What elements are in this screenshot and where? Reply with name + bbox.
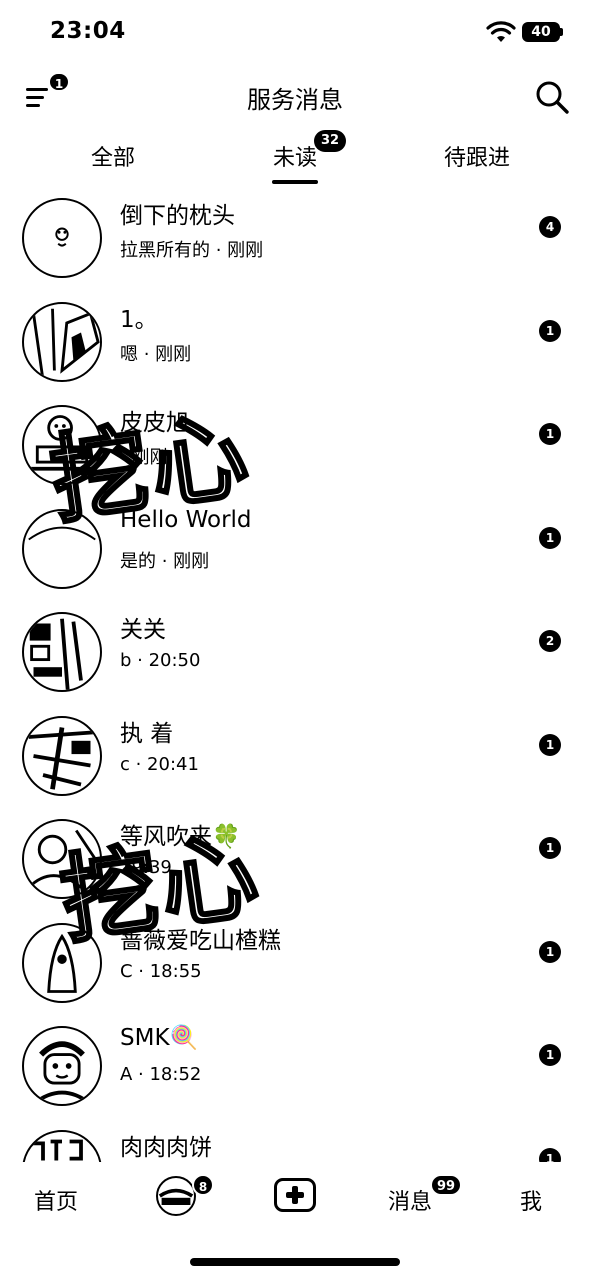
unread-badge: 1 [539,1044,561,1066]
message-preview: · 刚刚 [120,447,168,468]
nav-messages[interactable]: 消息 [388,1184,432,1216]
message-preview: 是的 · 刚刚 [120,550,210,572]
message-preview: C · 18:55 [120,960,202,982]
unread-badge: 1 [539,940,561,963]
contact-name: 蔷薇爱吃山楂糕 [120,927,281,954]
header: 1 服务消息 [0,64,590,128]
wifi-icon [486,21,516,42]
contact-name: Hello World [120,506,252,533]
list-item[interactable]: 肉肉肉饼 1 [0,1118,590,1162]
list-item[interactable]: 执 着 c · 20:41 1 [0,704,590,808]
avatar [22,508,102,589]
contact-name: SMK🍭 [120,1025,199,1051]
nav-avatar-badge: 8 [192,1174,214,1196]
list-item[interactable]: 关关 b · 20:50 2 [0,600,590,704]
unread-badge: 1 [539,526,561,549]
unread-badge: 1 [539,733,561,756]
list-item[interactable]: 等风吹来🍀 19:39 1 [0,807,590,911]
home-indicator [190,1258,400,1266]
contact-name: 执 着 [120,720,174,747]
tab-all[interactable]: 全部 [48,140,178,172]
tab-active-indicator [272,180,318,184]
battery-tip [560,28,563,36]
avatar-icon [158,1188,194,1205]
nav-avatar[interactable] [156,1176,196,1216]
nav-home[interactable]: 首页 [34,1184,78,1216]
contact-name: 肉肉肉饼 [120,1134,212,1161]
contact-name: 1。 [120,306,158,333]
avatar [22,1129,102,1162]
unread-badge: 1 [539,423,561,445]
search-icon[interactable] [534,79,570,115]
avatar [22,819,102,899]
avatar [22,405,102,485]
unread-badge: 1 [539,1147,561,1162]
list-item[interactable]: 倒下的枕头 拉黑所有的 · 刚刚 4 [0,186,590,290]
battery-icon: 40 [522,22,560,42]
contact-name: 等风吹来🍀 [120,824,241,850]
message-preview: A · 18:52 [120,1064,202,1085]
message-preview: b · 20:50 [120,650,201,671]
unread-badge: 1 [539,319,561,342]
bottom-nav: 首页 8 消息 99 我 [0,1162,590,1232]
unread-badge: 4 [539,216,561,238]
unread-badge: 2 [539,630,561,652]
status-time: 23:04 [50,18,126,44]
status-bar: 23:04 40 [0,0,590,64]
nav-messages-badge: 99 [430,1174,462,1196]
message-list: 倒下的枕头 拉黑所有的 · 刚刚 4 1。 嗯 · 刚刚 1 皮皮旭 · 刚刚 … [0,186,590,1162]
message-preview: 19:39 [120,857,172,878]
avatar [22,612,102,692]
avatar [22,922,102,1003]
tab-follow-up[interactable]: 待跟进 [412,140,542,172]
contact-name: 关关 [120,617,166,643]
list-item[interactable]: SMK🍭 A · 18:52 1 [0,1014,590,1118]
avatar [22,301,102,382]
unread-badge: 1 [539,837,561,859]
tab-bar: 全部 未读 32 待跟进 [0,128,590,186]
list-item[interactable]: 1。 嗯 · 刚刚 1 [0,290,590,394]
avatar [22,1026,102,1106]
contact-name: 皮皮旭 [120,410,189,436]
contact-name: 倒下的枕头 [120,203,235,229]
list-item[interactable]: Hello World 是的 · 刚刚 1 [0,497,590,601]
list-item[interactable]: 皮皮旭 · 刚刚 1 [0,393,590,497]
message-preview: c · 20:41 [120,753,199,775]
page-title: 服务消息 [247,86,343,114]
message-preview: 嗯 · 刚刚 [120,343,192,365]
list-item[interactable]: 蔷薇爱吃山楂糕 C · 18:55 1 [0,911,590,1015]
nav-me[interactable]: 我 [520,1184,542,1216]
add-icon[interactable] [274,1178,316,1212]
avatar [22,198,102,278]
tab-unread-badge: 32 [314,130,346,152]
message-preview: 拉黑所有的 · 刚刚 [120,240,264,261]
avatar [22,715,102,796]
